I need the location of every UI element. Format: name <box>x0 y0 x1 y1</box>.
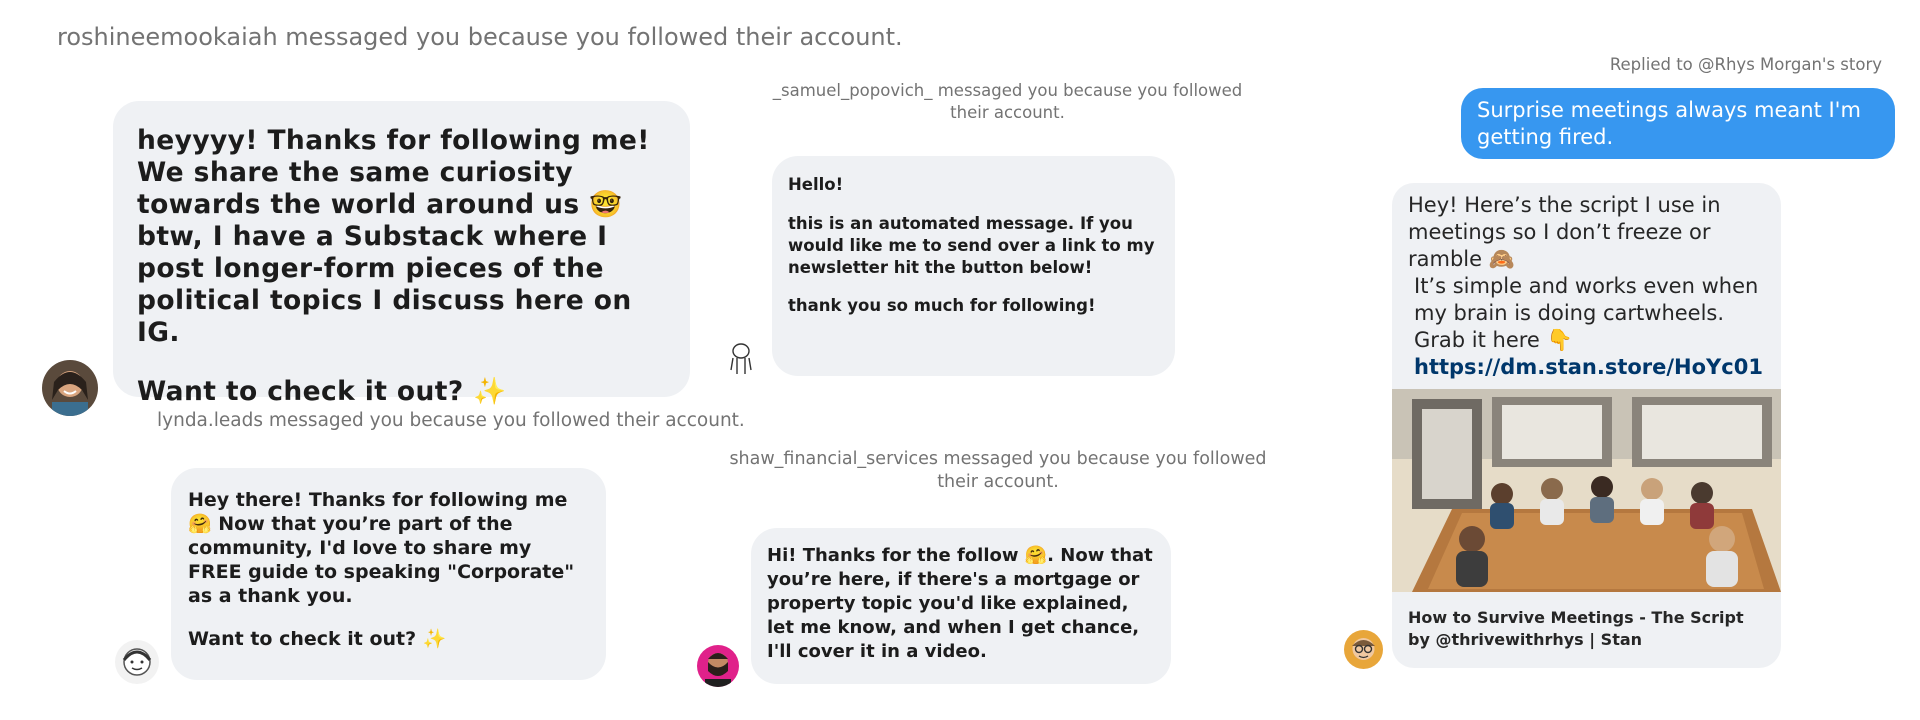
message-text: Hey there! Thanks for following me 🤗 Now… <box>188 489 575 607</box>
system-notice-shaw: shaw_financial_services messaged you bec… <box>729 449 1267 492</box>
line-drawing-figure-avatar-icon <box>723 340 759 376</box>
message-text: Want to check it out? ✨ <box>137 375 507 407</box>
bearded-man-avatar-icon <box>697 645 739 687</box>
store-link[interactable]: https://dm.stan.store/HoYc01 <box>1408 354 1765 381</box>
message-text: Surprise meetings always meant I'm getti… <box>1477 98 1861 149</box>
link-preview-image <box>1392 389 1781 592</box>
message-text: Want to check it out? ✨ <box>188 628 447 650</box>
link-preview-card[interactable]: How to Survive Meetings - The Script by … <box>1392 389 1781 668</box>
message-bubble-samuel[interactable]: Hello! this is an automated message. If … <box>772 156 1175 376</box>
message-text: Hi! Thanks for the follow 🤗. Now that yo… <box>767 545 1153 662</box>
sketch-face-avatar-icon <box>115 640 159 684</box>
system-notice-roshinee: roshineemookaiah messaged you because yo… <box>57 23 903 51</box>
avatar-roshinee[interactable] <box>42 360 98 416</box>
link-preview-title: How to Survive Meetings - The Script by … <box>1408 608 1744 649</box>
sent-message-bubble[interactable]: Surprise meetings always meant I'm getti… <box>1461 88 1895 159</box>
avatar-samuel[interactable] <box>723 340 759 376</box>
message-bubble-lynda[interactable]: Hey there! Thanks for following me 🤗 Now… <box>171 468 606 680</box>
message-text: Hey! Here’s the script I use in meetings… <box>1408 193 1721 271</box>
avatar-shaw[interactable] <box>697 645 739 687</box>
story-reply-label: Replied to @Rhys Morgan's story <box>1609 55 1882 74</box>
system-notice-lynda: lynda.leads messaged you because you fol… <box>157 410 745 431</box>
message-text: It’s simple and works even when my brain… <box>1414 274 1759 325</box>
avatar-rhys[interactable] <box>1344 630 1383 669</box>
avatar-lynda[interactable] <box>115 640 159 684</box>
message-text: Grab it here 👇 <box>1414 328 1573 352</box>
message-bubble-shaw[interactable]: Hi! Thanks for the follow 🤗. Now that yo… <box>751 528 1171 684</box>
message-text: thank you so much for following! <box>788 296 1096 315</box>
man-with-glasses-avatar-icon <box>1344 630 1383 669</box>
woman-portrait-avatar-icon <box>42 360 98 416</box>
message-bubble-roshinee[interactable]: heyyyy! Thanks for following me! We shar… <box>113 101 690 407</box>
message-text: heyyyy! Thanks for following me! We shar… <box>137 125 650 348</box>
message-text: this is an automated message. If you wou… <box>788 213 1155 277</box>
message-text: Hello! <box>788 175 844 194</box>
message-bubble-rhys[interactable]: Hey! Here’s the script I use in meetings… <box>1392 183 1781 668</box>
system-notice-samuel: _samuel_popovich_ messaged you because y… <box>772 81 1243 122</box>
